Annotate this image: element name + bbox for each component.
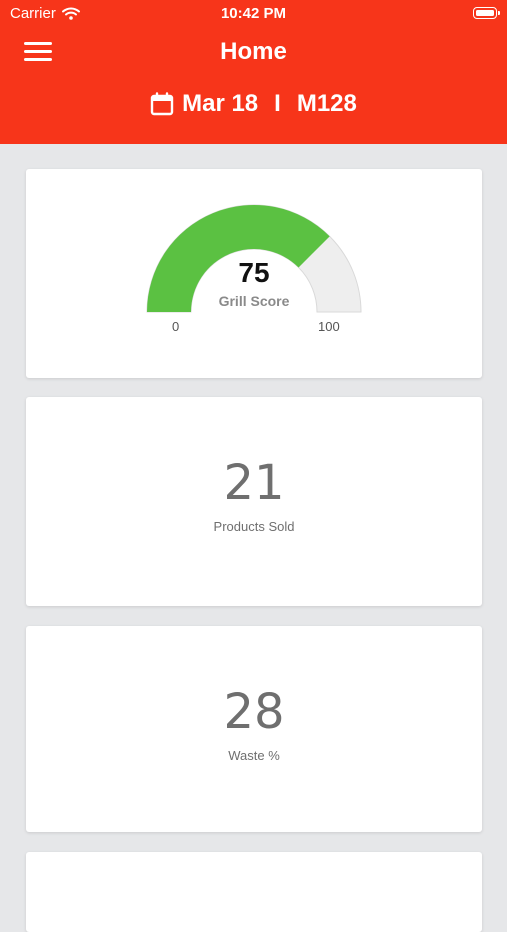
next-card[interactable] [26,852,482,932]
grill-score-value: 75 [238,257,270,288]
store-id: M128 [296,90,357,117]
gauge-max-label: 100 [318,319,340,334]
header-separator: I [274,90,281,117]
calendar-icon [150,92,174,116]
waste-label: Waste % [228,748,280,763]
status-time: 10:42 PM [220,5,287,22]
gauge-min-label: 0 [172,319,180,334]
page-title: Home [220,38,287,65]
waste-card[interactable]: 28 Waste % [26,626,482,832]
date-store-selector[interactable]: Mar 18 I M128 [0,90,507,118]
battery-icon [473,7,500,19]
status-bar: Carrier 10:42 PM [0,0,507,28]
waste-value: 28 [223,684,285,740]
app-header: Carrier 10:42 PM Home Mar 18 I M128 [0,0,507,144]
products-sold-value: 21 [223,455,285,511]
selected-date: Mar 18 [182,90,259,117]
grill-score-card[interactable]: 75 Grill Score 0 100 [26,169,482,378]
products-sold-card[interactable]: 21 Products Sold [26,397,482,606]
grill-score-label: Grill Score [218,293,290,309]
products-sold-label: Products Sold [213,519,295,534]
